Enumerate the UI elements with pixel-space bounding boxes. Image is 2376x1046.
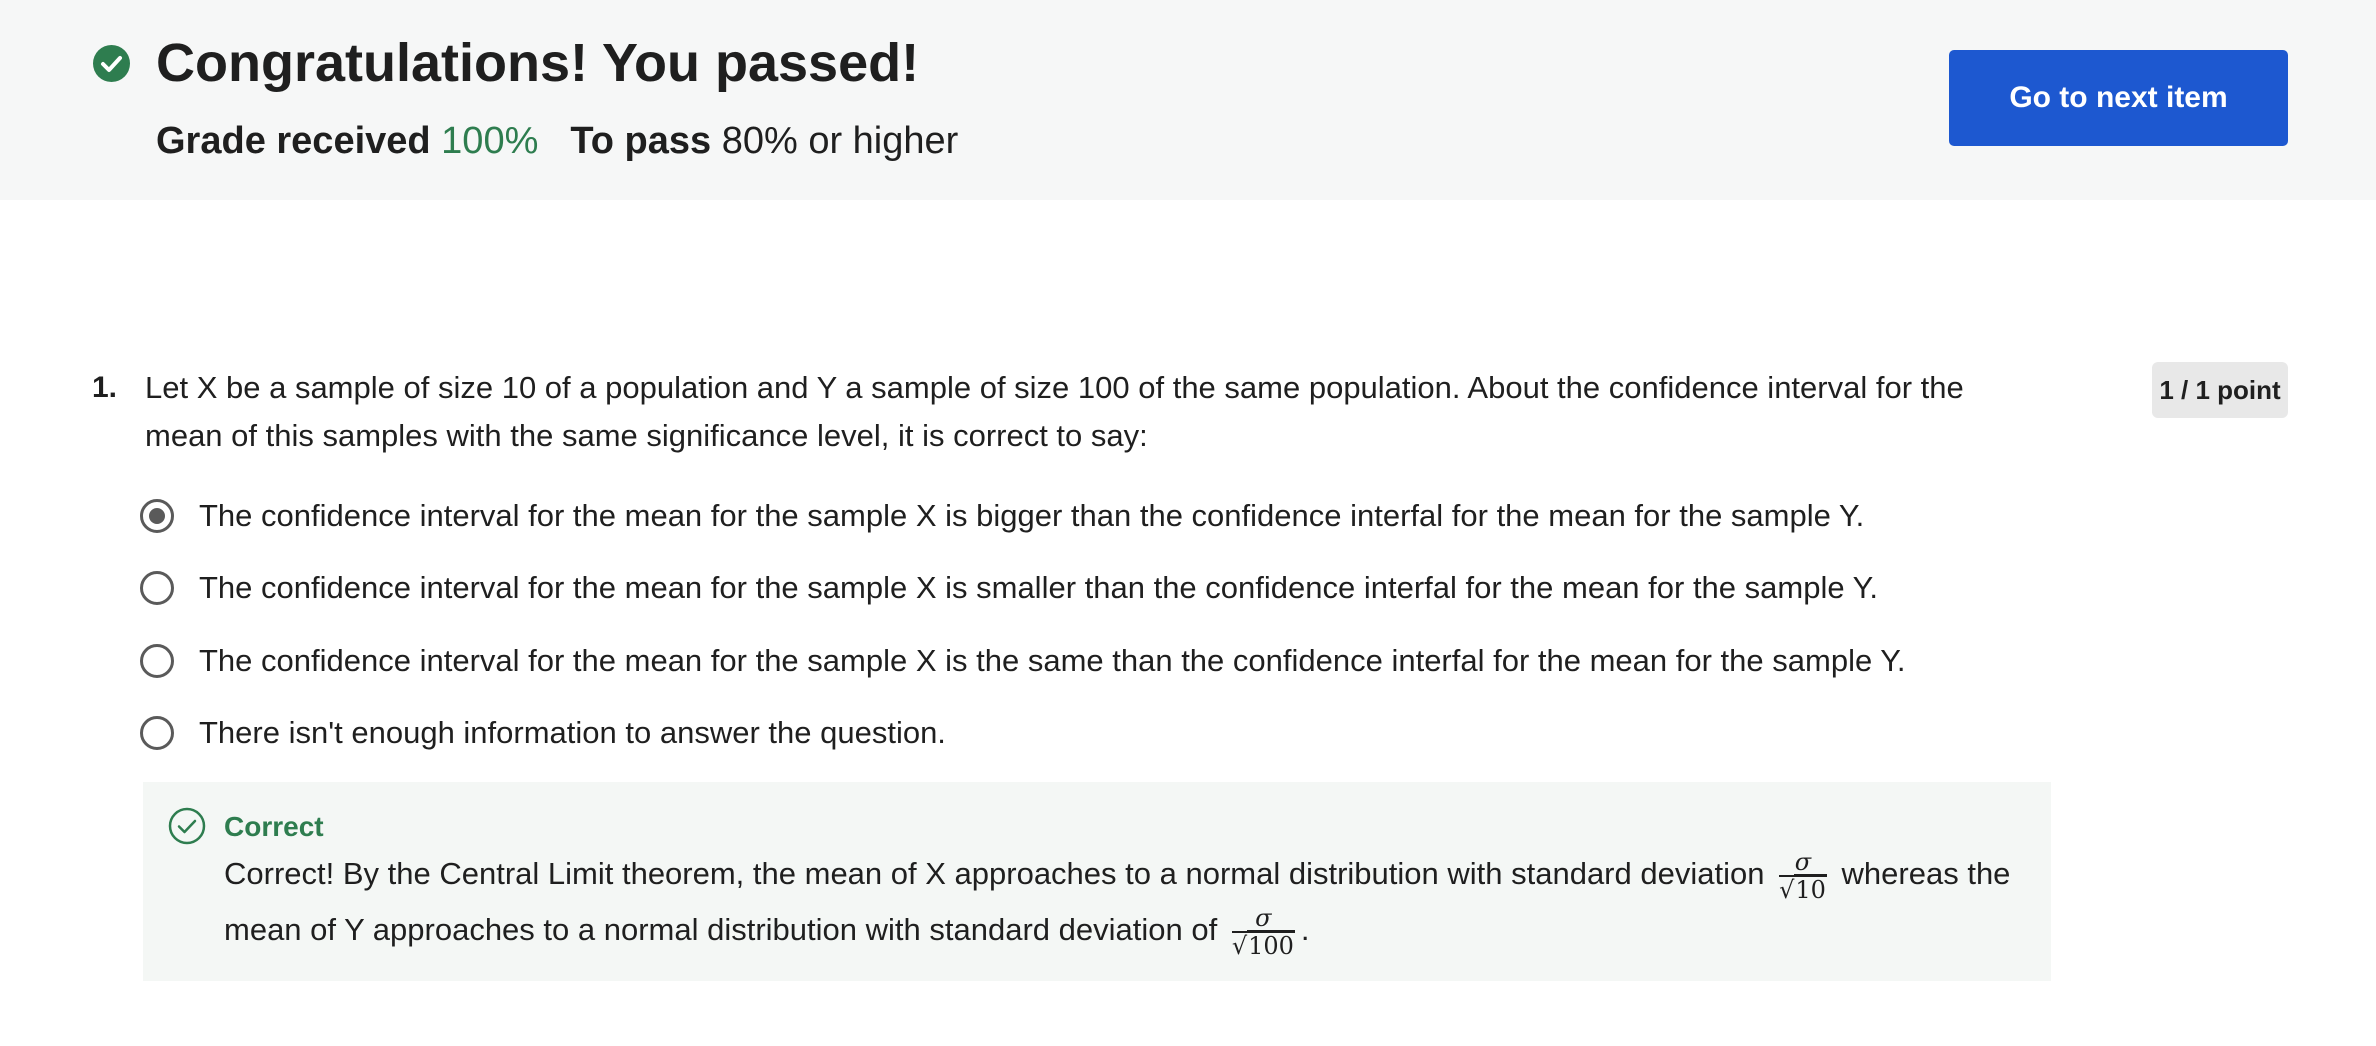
formula-numerator: σ: [1779, 850, 1827, 877]
check-circle-filled-icon: [93, 45, 130, 82]
grade-summary: Grade received 100% To pass 80% or higher: [156, 116, 958, 166]
check-circle-outline-icon: [168, 807, 206, 845]
question-text: Let X be a sample of size 10 of a popula…: [145, 370, 1964, 453]
formula-numerator: σ: [1231, 906, 1295, 933]
feedback-text-part1: Correct! By the Central Limit theorem, t…: [224, 856, 1765, 891]
grade-received-label: Grade received: [156, 120, 431, 162]
feedback-title: Correct: [224, 811, 324, 842]
radio-button[interactable]: [140, 716, 174, 750]
feedback-text-end: .: [1300, 912, 1310, 947]
answer-option-label: There isn't enough information to answer…: [199, 715, 946, 750]
answer-option[interactable]: The confidence interval for the mean for…: [140, 564, 1878, 612]
formula-denominator: √10: [1779, 873, 1827, 904]
radio-button[interactable]: [140, 644, 174, 678]
radio-button-selected[interactable]: [140, 499, 174, 533]
answer-option[interactable]: There isn't enough information to answer…: [140, 709, 946, 757]
sigma-over-sqrt-10-formula: σ √10: [1779, 850, 1827, 904]
answer-option-label: The confidence interval for the mean for…: [199, 570, 1878, 605]
to-pass-label: To pass: [570, 120, 712, 162]
radio-button[interactable]: [140, 571, 174, 605]
question-number: 1.: [92, 371, 118, 404]
answer-option-label: The confidence interval for the mean for…: [199, 643, 1906, 678]
result-banner: Congratulations! You passed! Grade recei…: [0, 0, 2376, 200]
sigma-over-sqrt-100-formula: σ √100: [1231, 906, 1295, 960]
feedback-panel: Correct Correct! By the Central Limit th…: [143, 782, 2051, 981]
to-pass-value: 80% or higher: [721, 120, 959, 162]
answer-option[interactable]: The confidence interval for the mean for…: [140, 637, 1906, 685]
feedback-explanation: Correct! By the Central Limit theorem, t…: [224, 846, 2014, 960]
formula-denominator: √100: [1231, 929, 1295, 960]
grade-received-value: 100%: [441, 120, 539, 162]
answer-option-label: The confidence interval for the mean for…: [199, 498, 1865, 533]
go-to-next-item-button[interactable]: Go to next item: [1949, 50, 2288, 146]
answer-option[interactable]: The confidence interval for the mean for…: [140, 492, 1864, 540]
result-title: Congratulations! You passed!: [156, 33, 920, 93]
points-badge: 1 / 1 point: [2152, 362, 2288, 418]
